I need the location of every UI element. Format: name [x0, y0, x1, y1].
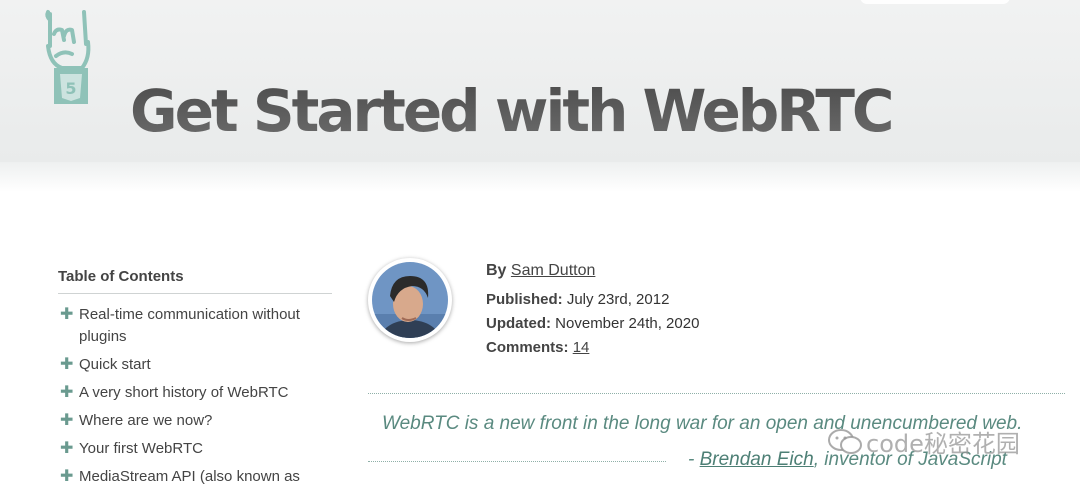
by-label: By — [486, 262, 507, 279]
plus-icon: ✚ — [60, 384, 74, 401]
page-title: Get Started with WebRTC — [130, 76, 894, 145]
attribution-divider — [368, 461, 666, 462]
updated-date: November 24th, 2020 — [555, 315, 700, 332]
toc-item[interactable]: ✚ A very short history of WebRTC — [58, 382, 332, 404]
plus-icon: ✚ — [60, 468, 74, 485]
toc-heading: Table of Contents — [58, 268, 332, 294]
author-link[interactable]: Sam Dutton — [511, 262, 595, 279]
toc-item-label[interactable]: Where are we now? — [79, 412, 212, 429]
plus-icon: ✚ — [60, 412, 74, 429]
toc-list: ✚ Real-time communication without plugins… — [58, 304, 332, 488]
watermark-text: code秘密花园 — [866, 430, 1020, 458]
plus-icon: ✚ — [60, 440, 74, 457]
quote-divider — [368, 393, 1065, 394]
toc-item[interactable]: ✚ MediaStream API (also known as — [58, 466, 332, 488]
wechat-icon — [828, 428, 862, 454]
watermark: code秘密花园 — [828, 424, 1020, 459]
plus-icon: ✚ — [60, 356, 74, 373]
quote-author-link[interactable]: Brendan Eich — [700, 449, 814, 470]
toc-item[interactable]: ✚ Where are we now? — [58, 410, 332, 432]
published-row: Published: July 23rd, 2012 — [486, 288, 699, 312]
top-search-pill — [860, 0, 1010, 4]
byline: By Sam Dutton — [486, 262, 699, 280]
published-label: Published: — [486, 291, 563, 308]
html5-horns-hand-icon: 5 — [45, 10, 91, 104]
article-meta: By Sam Dutton Published: July 23rd, 2012… — [486, 262, 699, 360]
table-of-contents: Table of Contents ✚ Real-time communicati… — [58, 268, 332, 494]
comments-label: Comments: — [486, 339, 569, 356]
toc-item[interactable]: ✚ Quick start — [58, 354, 332, 376]
toc-item-label[interactable]: A very short history of WebRTC — [79, 384, 289, 401]
updated-row: Updated: November 24th, 2020 — [486, 312, 699, 336]
toc-item-label[interactable]: Quick start — [79, 356, 151, 373]
header-fade — [0, 162, 1080, 192]
toc-item-label[interactable]: MediaStream API (also known as — [79, 468, 300, 485]
comments-row: Comments: 14 — [486, 336, 699, 360]
published-date: July 23rd, 2012 — [566, 291, 670, 308]
toc-item[interactable]: ✚ Your first WebRTC — [58, 438, 332, 460]
updated-label: Updated: — [486, 315, 551, 332]
plus-icon: ✚ — [60, 306, 74, 323]
attribution-dash: - — [688, 449, 700, 470]
author-avatar[interactable] — [368, 258, 452, 342]
svg-text:5: 5 — [65, 79, 76, 98]
author-photo — [372, 262, 448, 338]
comments-count-link[interactable]: 14 — [573, 339, 590, 356]
toc-item[interactable]: ✚ Real-time communication without plugins — [58, 304, 332, 348]
toc-item-label[interactable]: Real-time communication without plugins — [79, 306, 300, 345]
toc-item-label[interactable]: Your first WebRTC — [79, 440, 203, 457]
